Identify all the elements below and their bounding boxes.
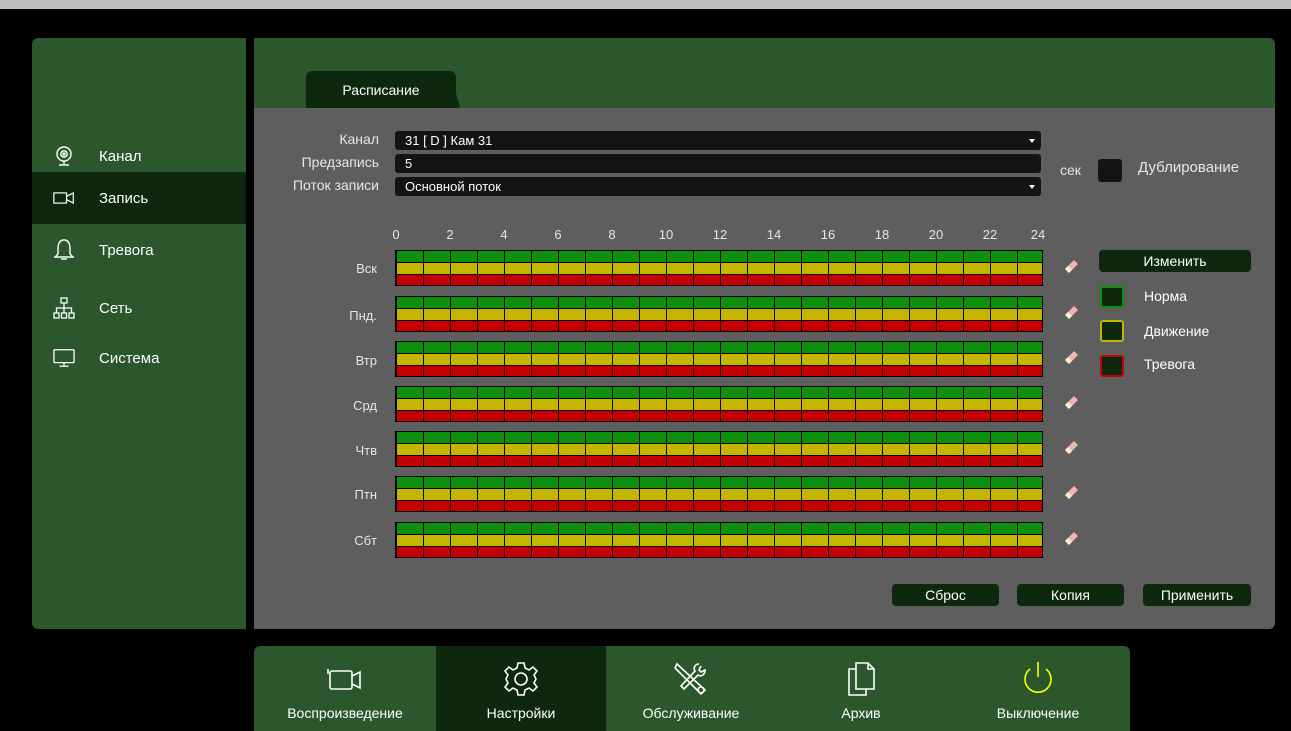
channel-label: Канал — [339, 131, 379, 147]
sidebar-item-label: Система — [99, 349, 160, 367]
sidebar: Канал Запись Тревога Сеть Система — [32, 38, 246, 629]
hour-label: 6 — [554, 227, 562, 242]
top-border — [0, 0, 1291, 9]
day-label: Чтв — [355, 443, 377, 458]
bottom-item-playback[interactable]: Воспроизведение — [254, 646, 436, 731]
network-icon — [53, 297, 75, 319]
schedule-row-fri[interactable] — [395, 476, 1043, 512]
legend-normal-label: Норма — [1144, 288, 1188, 304]
bottom-item-label: Архив — [841, 705, 881, 721]
day-label: Сбт — [354, 533, 377, 548]
eraser-icon[interactable] — [1065, 351, 1079, 365]
bottom-nav: Воспроизведение Настройки Обслуживание А… — [254, 646, 1130, 731]
archive-icon — [846, 658, 876, 700]
sidebar-item-label: Запись — [99, 189, 149, 207]
gear-icon — [502, 658, 540, 700]
prerecord-unit: сек — [1060, 162, 1081, 178]
day-label: Срд — [353, 398, 377, 413]
eraser-icon[interactable] — [1065, 486, 1079, 500]
eraser-icon[interactable] — [1065, 532, 1079, 546]
legend-normal-swatch[interactable] — [1100, 286, 1124, 308]
schedule-row-thu[interactable] — [395, 431, 1043, 467]
main-header: Расписание — [254, 38, 1275, 108]
tab-schedule[interactable]: Расписание — [306, 71, 456, 108]
tools-icon — [671, 658, 711, 700]
day-label: Втр — [355, 353, 377, 368]
hour-label: 18 — [874, 227, 890, 242]
hour-label: 24 — [1030, 227, 1046, 242]
day-label: Птн — [354, 487, 377, 502]
stream-label: Поток записи — [292, 177, 379, 193]
sidebar-item-alarm[interactable]: Тревога — [32, 224, 246, 276]
hour-label: 22 — [982, 227, 998, 242]
reset-button[interactable]: Сброс — [892, 584, 999, 606]
edit-button[interactable]: Изменить — [1099, 250, 1251, 272]
stream-select[interactable]: Основной поток — [395, 177, 1041, 196]
day-label: Вск — [356, 261, 377, 276]
bottom-item-settings[interactable]: Настройки — [436, 646, 606, 731]
playback-camera-icon — [325, 658, 365, 700]
copy-button[interactable]: Копия — [1017, 584, 1124, 606]
sidebar-item-label: Тревога — [99, 241, 154, 259]
hour-label: 14 — [766, 227, 782, 242]
bottom-item-maintenance[interactable]: Обслуживание — [606, 646, 776, 731]
sidebar-item-record[interactable]: Запись — [32, 172, 246, 224]
monitor-icon — [53, 347, 75, 369]
hour-label: 2 — [446, 227, 454, 242]
video-camera-icon — [53, 187, 75, 209]
hour-label: 4 — [500, 227, 508, 242]
legend-motion-swatch[interactable] — [1100, 320, 1124, 342]
duplicate-checkbox[interactable] — [1098, 159, 1122, 182]
schedule-row-sat[interactable] — [395, 522, 1043, 558]
bottom-item-label: Воспроизведение — [287, 705, 403, 721]
tab-label: Расписание — [342, 81, 420, 98]
bottom-item-archive[interactable]: Архив — [776, 646, 946, 731]
bottom-item-label: Выключение — [996, 705, 1080, 721]
power-icon — [1018, 658, 1058, 700]
bottom-item-label: Настройки — [486, 705, 556, 721]
prerecord-label: Предзапись — [301, 154, 379, 170]
tab-corner — [450, 71, 460, 108]
eraser-icon[interactable] — [1065, 441, 1079, 455]
apply-button[interactable]: Применить — [1143, 584, 1251, 606]
eraser-icon[interactable] — [1065, 260, 1079, 274]
hour-label: 8 — [608, 227, 616, 242]
bell-icon — [53, 239, 75, 261]
sidebar-item-label: Канал — [99, 147, 142, 165]
sidebar-item-label: Сеть — [99, 299, 133, 317]
schedule-row-tue[interactable] — [395, 341, 1043, 377]
legend-alarm-swatch[interactable] — [1100, 355, 1124, 377]
prerecord-input[interactable]: 5 — [395, 154, 1041, 173]
hour-label: 10 — [658, 227, 674, 242]
bottom-item-label: Обслуживание — [642, 705, 740, 721]
hour-label: 16 — [820, 227, 836, 242]
bottom-item-shutdown[interactable]: Выключение — [946, 646, 1130, 731]
channel-select[interactable]: 31 [ D ] Кам 31 — [395, 131, 1041, 150]
sidebar-item-network[interactable]: Сеть — [32, 282, 246, 334]
sidebar-item-system[interactable]: Система — [32, 332, 246, 384]
schedule-row-wed[interactable] — [395, 386, 1043, 422]
camera-icon — [53, 145, 75, 167]
eraser-icon[interactable] — [1065, 306, 1079, 320]
hour-label: 0 — [392, 227, 400, 242]
legend-motion-label: Движение — [1144, 323, 1210, 339]
legend-alarm-label: Тревога — [1144, 356, 1195, 372]
main-panel: Расписание Канал 31 [ D ] Кам 31 Предзап… — [254, 38, 1275, 629]
schedule-row-mon[interactable] — [395, 296, 1043, 332]
day-label: Пнд. — [349, 308, 377, 323]
hour-label: 12 — [712, 227, 728, 242]
duplicate-label: Дублирование — [1138, 159, 1240, 176]
eraser-icon[interactable] — [1065, 396, 1079, 410]
hour-label: 20 — [928, 227, 944, 242]
schedule-row-sun[interactable] — [395, 250, 1043, 286]
